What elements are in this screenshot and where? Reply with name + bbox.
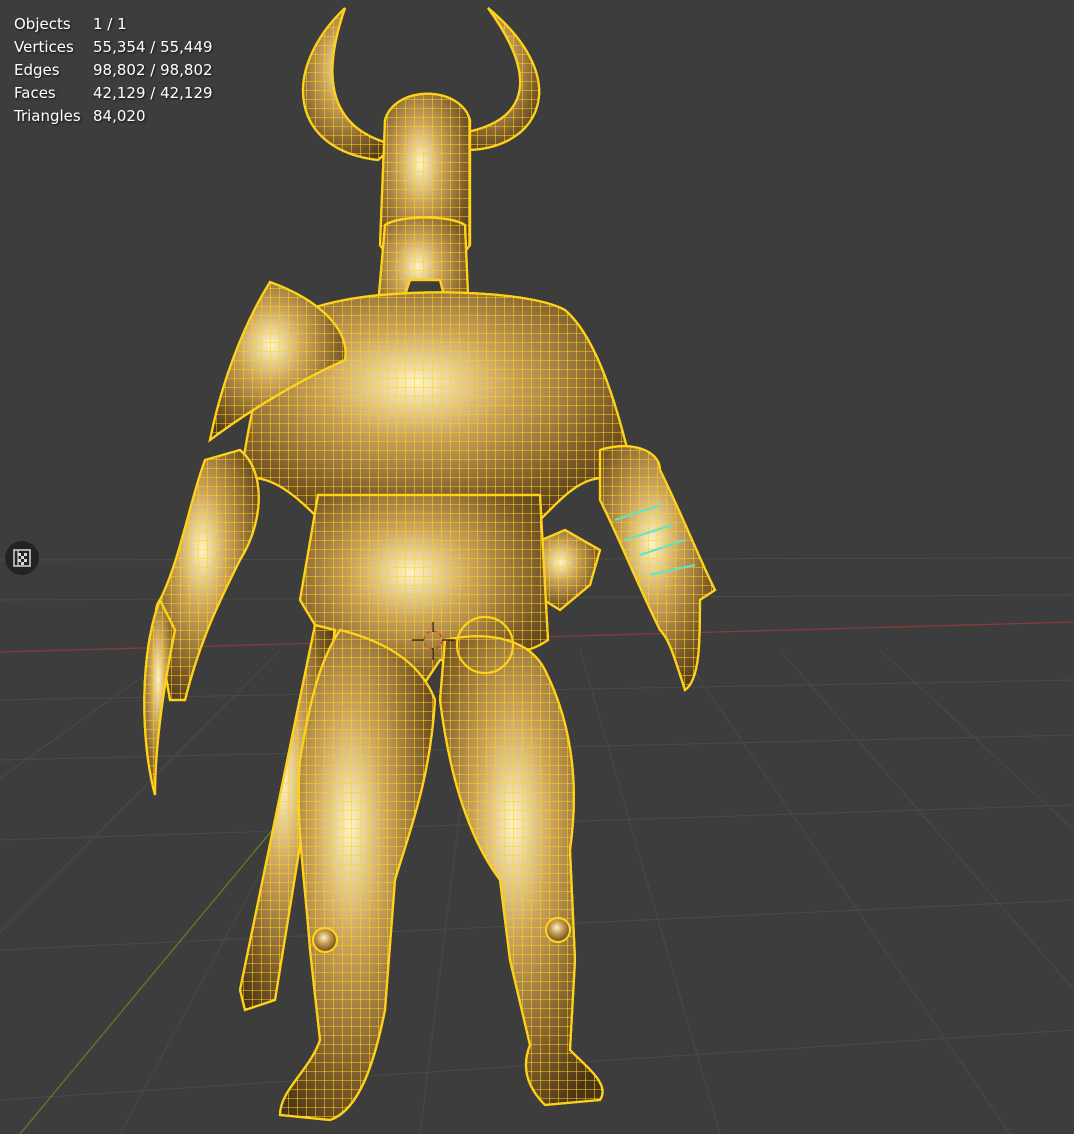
stat-value: 84,020 [93, 107, 146, 125]
stat-triangles: Triangles 84,020 [14, 105, 213, 128]
stat-objects: Objects 1 / 1 [14, 13, 213, 36]
stat-vertices: Vertices 55,354 / 55,449 [14, 36, 213, 59]
stat-edges: Edges 98,802 / 98,802 [14, 59, 213, 82]
stat-value: 1 / 1 [93, 15, 127, 33]
statistics-overlay: Objects 1 / 1 Vertices 55,354 / 55,449 E… [14, 13, 213, 128]
stat-label: Objects [14, 15, 71, 33]
stat-label: Edges [14, 61, 60, 79]
stat-label: Vertices [14, 38, 74, 56]
stat-label: Faces [14, 84, 56, 102]
3d-viewport[interactable]: Objects 1 / 1 Vertices 55,354 / 55,449 E… [0, 0, 1074, 1134]
stat-label: Triangles [14, 107, 81, 125]
stat-faces: Faces 42,129 / 42,129 [14, 82, 213, 105]
stat-value: 55,354 / 55,449 [93, 38, 213, 56]
toolbar-toggle-button[interactable] [5, 541, 39, 575]
stat-value: 98,802 / 98,802 [93, 61, 213, 79]
checker-grid-icon [13, 549, 31, 567]
stat-value: 42,129 / 42,129 [93, 84, 213, 102]
viewport-scene[interactable] [0, 0, 1074, 1134]
character-mesh[interactable] [143, 7, 717, 1122]
